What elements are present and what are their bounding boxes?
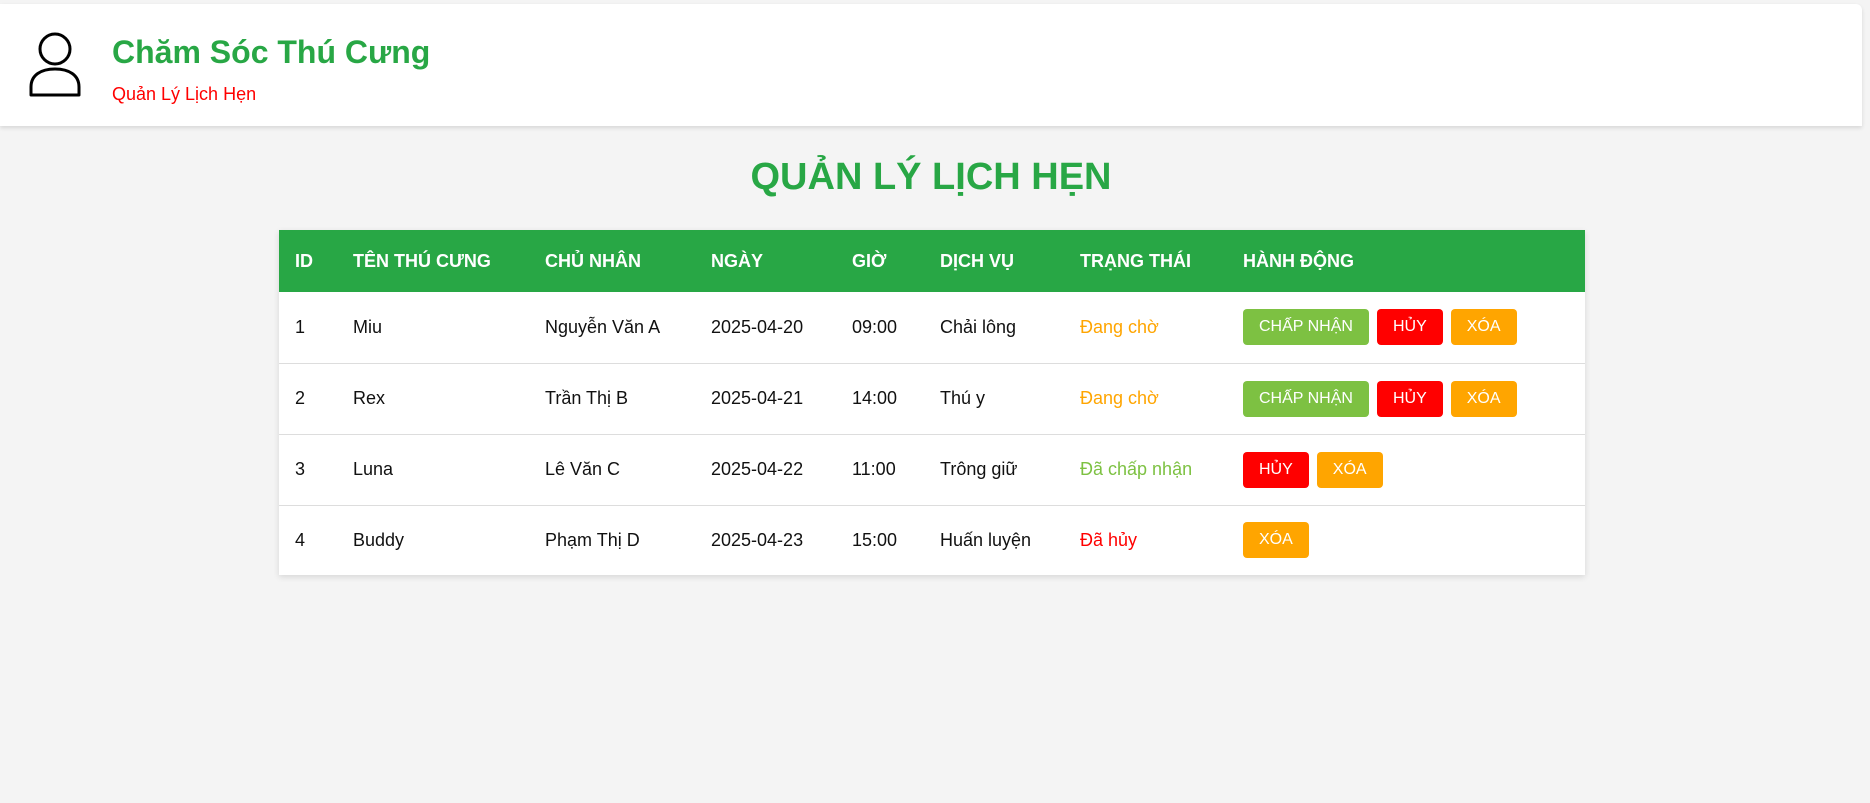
appointments-table-container: ID TÊN THÚ CƯNG CHỦ NHÂN NGÀY GIỜ DỊCH V…: [279, 230, 1585, 575]
cell-owner: Phạm Thị D: [545, 529, 640, 550]
cell-owner: Lê Văn C: [545, 459, 621, 479]
status-pending: Đang chờ: [1080, 316, 1159, 337]
cell-id: 3: [295, 459, 306, 479]
cell-pet-name: Miu: [353, 316, 383, 337]
table-row: 3 Luna Lê Văn C 2025-04-22 11:00 Trông g…: [279, 434, 1585, 505]
table-row: 1 Miu Nguyễn Văn A 2025-04-20 09:00 Chải…: [279, 292, 1585, 363]
cell-service: Huấn luyện: [940, 529, 1032, 550]
status-accepted: Đã chấp nhận: [1080, 459, 1193, 479]
cell-actions: CHẤP NHẬN HỦY XÓA: [1227, 292, 1585, 363]
column-header-owner: CHỦ NHÂN: [545, 250, 641, 271]
cell-service: Thú y: [940, 388, 986, 408]
column-header-date: NGÀY: [711, 250, 764, 271]
column-header-time: GIỜ: [852, 250, 887, 271]
status-cancelled: Đã hủy: [1080, 529, 1138, 550]
cell-service: Chải lông: [940, 316, 1017, 337]
brand-title: Chăm Sóc Thú Cưng: [112, 34, 431, 70]
cell-id: 4: [295, 529, 306, 550]
cancel-button[interactable]: HỦY: [1376, 309, 1443, 346]
app-header: Chăm Sóc Thú Cưng Quản Lý Lịch Hẹn: [0, 4, 1862, 126]
cell-pet-name: Luna: [353, 459, 394, 479]
column-header-status: TRẠNG THÁI: [1080, 250, 1191, 271]
cell-date: 2025-04-20: [711, 316, 804, 337]
cell-actions: XÓA: [1227, 505, 1585, 575]
page-scrollbar[interactable]: [1862, 0, 1870, 803]
delete-button[interactable]: XÓA: [1316, 451, 1383, 488]
brand-subtitle: Quản Lý Lịch Hẹn: [112, 84, 257, 104]
user-icon: [29, 32, 81, 97]
delete-button[interactable]: XÓA: [1450, 380, 1517, 417]
status-pending: Đang chờ: [1080, 388, 1159, 408]
cancel-button[interactable]: HỦY: [1376, 380, 1443, 417]
accept-button[interactable]: CHẤP NHẬN: [1243, 309, 1369, 346]
cell-id: 1: [295, 316, 306, 337]
cell-date: 2025-04-23: [711, 529, 804, 550]
cell-id: 2: [295, 388, 306, 408]
cell-pet-name: Rex: [353, 388, 386, 408]
cell-time: 14:00: [852, 388, 898, 408]
cell-actions: HỦY XÓA: [1227, 434, 1585, 505]
cell-owner: Nguyễn Văn A: [545, 316, 661, 337]
column-header-id: ID: [295, 250, 313, 271]
appointments-table: ID TÊN THÚ CƯNG CHỦ NHÂN NGÀY GIỜ DỊCH V…: [279, 230, 1585, 575]
column-header-pet-name: TÊN THÚ CƯNG: [353, 250, 491, 271]
cell-time: 09:00: [852, 316, 898, 337]
table-row: 4 Buddy Phạm Thị D 2025-04-23 15:00 Huấn…: [279, 505, 1585, 575]
cell-actions: CHẤP NHẬN HỦY XÓA: [1227, 363, 1585, 434]
accept-button[interactable]: CHẤP NHẬN: [1243, 380, 1369, 417]
cell-time: 15:00: [852, 529, 898, 550]
delete-button[interactable]: XÓA: [1450, 309, 1517, 346]
cell-date: 2025-04-21: [711, 388, 804, 408]
table-header-row: ID TÊN THÚ CƯNG CHỦ NHÂN NGÀY GIỜ DỊCH V…: [279, 230, 1585, 292]
cell-owner: Trần Thị B: [545, 388, 629, 408]
cancel-button[interactable]: HỦY: [1243, 451, 1309, 488]
cell-time: 11:00: [852, 459, 896, 479]
cell-service: Trông giữ: [940, 459, 1018, 479]
page-title: QUẢN LÝ LỊCH HẸN: [750, 156, 1112, 198]
column-header-service: DỊCH VỤ: [940, 250, 1015, 271]
delete-button[interactable]: XÓA: [1243, 522, 1309, 559]
cell-date: 2025-04-22: [711, 459, 804, 479]
cell-pet-name: Buddy: [353, 529, 405, 550]
table-row: 2 Rex Trần Thị B 2025-04-21 14:00 Thú y …: [279, 363, 1585, 434]
column-header-actions: HÀNH ĐỘNG: [1243, 250, 1354, 271]
